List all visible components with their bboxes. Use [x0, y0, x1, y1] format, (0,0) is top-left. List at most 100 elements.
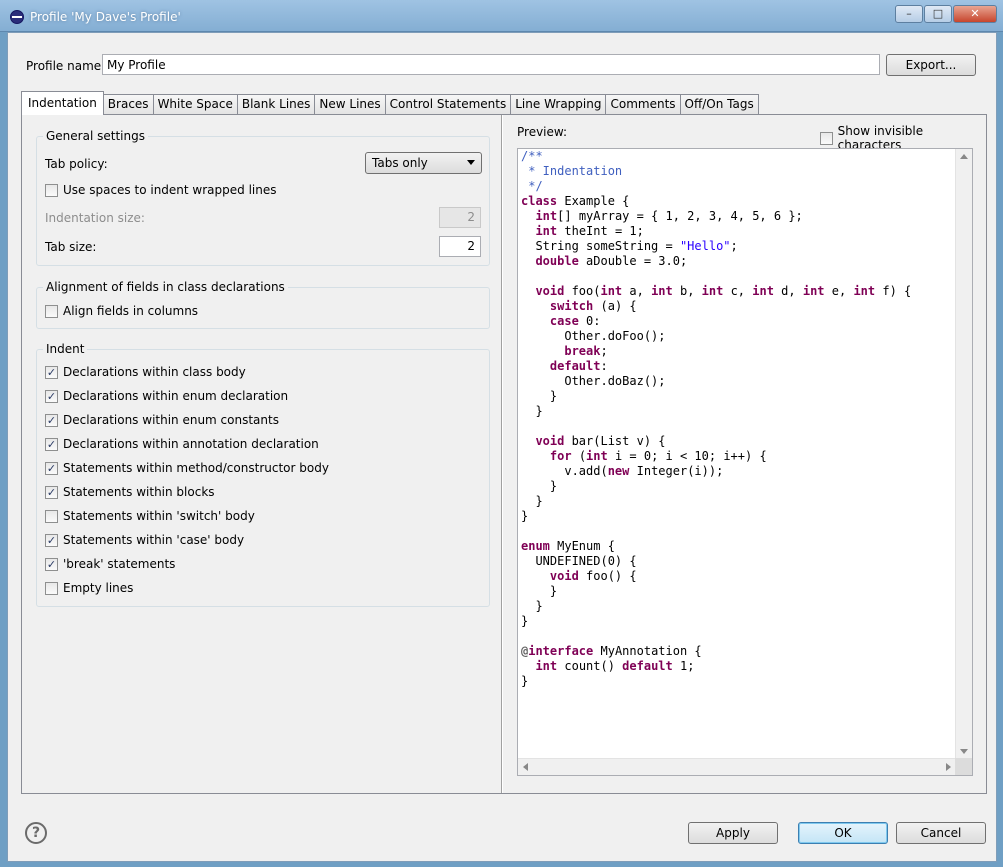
code-line: }	[521, 389, 558, 403]
indent-option-checkbox[interactable]	[45, 509, 58, 523]
indent-option-checkbox[interactable]	[45, 581, 58, 595]
use-spaces-label: Use spaces to indent wrapped lines	[63, 183, 277, 197]
code-line: }	[521, 494, 543, 508]
tab-white-space[interactable]: White Space	[152, 94, 238, 115]
indent-option-row[interactable]: ✓ Statements within 'case' body	[45, 533, 244, 547]
scroll-corner	[955, 758, 972, 775]
code-line: void foo() {	[549, 569, 637, 583]
code-line: }	[521, 584, 558, 598]
indent-option-label: Declarations within enum declaration	[63, 389, 289, 403]
indent-option-checkbox[interactable]: ✓	[45, 413, 58, 427]
code-line: Other.doFoo();	[521, 329, 666, 343]
tab-policy-value: Tabs only	[372, 156, 428, 170]
align-fields-row[interactable]: Align fields in columns	[45, 304, 198, 318]
indent-option-label: Declarations within annotation declarati…	[63, 437, 319, 451]
code-line: int theInt = 1;	[535, 224, 644, 238]
general-settings-title: General settings	[43, 129, 148, 143]
tab-size-label: Tab size:	[45, 240, 97, 254]
code-line: switch (a) {	[549, 299, 637, 313]
tab-bar: Indentation Braces White Space Blank Lin…	[21, 91, 759, 115]
code-line: double aDouble = 3.0;	[535, 254, 688, 268]
scroll-down-icon[interactable]	[960, 749, 968, 754]
indent-option-checkbox[interactable]: ✓	[45, 533, 58, 547]
code-line: class Example {	[521, 194, 630, 208]
indent-option-row[interactable]: ✓ Statements within blocks	[45, 485, 215, 499]
code-line: }	[521, 614, 529, 628]
show-invisible-checkbox[interactable]	[820, 131, 833, 145]
code-line: int count() default 1;	[535, 659, 695, 673]
tab-new-lines[interactable]: New Lines	[314, 94, 386, 115]
indent-option-checkbox[interactable]: ✓	[45, 437, 58, 451]
tab-policy-select[interactable]: Tabs only	[365, 152, 482, 174]
scroll-right-icon[interactable]	[946, 763, 951, 771]
indent-option-label: 'break' statements	[63, 557, 176, 571]
use-spaces-row[interactable]: Use spaces to indent wrapped lines	[45, 183, 277, 197]
alignment-title: Alignment of fields in class declaration…	[43, 280, 288, 294]
minimize-button[interactable]: –	[895, 5, 923, 23]
align-fields-checkbox[interactable]	[45, 304, 58, 318]
indent-option-row[interactable]: ✓ Declarations within enum constants	[45, 413, 279, 427]
tab-control-statements[interactable]: Control Statements	[384, 94, 512, 115]
tab-size-field[interactable]: 2	[439, 236, 481, 257]
indent-option-checkbox[interactable]: ✓	[45, 557, 58, 571]
code-line: }	[521, 599, 543, 613]
code-line: void foo(int a, int b, int c, int d, int…	[535, 284, 912, 298]
code-line: v.add(new Integer(i));	[521, 464, 724, 478]
alignment-group: Alignment of fields in class declaration…	[36, 280, 490, 329]
tab-braces[interactable]: Braces	[102, 94, 154, 115]
code-line: Other.doBaz();	[521, 374, 666, 388]
indent-option-checkbox[interactable]: ✓	[45, 461, 58, 475]
pane-splitter[interactable]	[501, 115, 503, 793]
indent-option-checkbox[interactable]: ✓	[45, 365, 58, 379]
code-preview[interactable]: /** * Indentation */class Example { int[…	[517, 148, 973, 776]
close-button[interactable]: ✕	[953, 5, 997, 23]
code-text: /** * Indentation */class Example { int[…	[521, 149, 911, 689]
tab-blank-lines[interactable]: Blank Lines	[236, 94, 316, 115]
indent-option-row[interactable]: Statements within 'switch' body	[45, 509, 255, 523]
scroll-up-icon[interactable]	[960, 154, 968, 159]
indent-option-checkbox[interactable]: ✓	[45, 389, 58, 403]
cancel-button[interactable]: Cancel	[896, 822, 986, 844]
indent-option-row[interactable]: ✓ Declarations within class body	[45, 365, 246, 379]
tab-comments[interactable]: Comments	[605, 94, 681, 115]
indent-option-label: Declarations within enum constants	[63, 413, 279, 427]
indentation-panel: General settings Tab policy: Tabs only U…	[21, 114, 987, 794]
indent-option-row[interactable]: ✓ 'break' statements	[45, 557, 175, 571]
indent-option-label: Declarations within class body	[63, 365, 246, 379]
indent-option-label: Statements within 'switch' body	[63, 509, 255, 523]
indent-option-label: Statements within blocks	[63, 485, 215, 499]
profile-name-input[interactable]	[102, 54, 880, 75]
horizontal-scrollbar[interactable]	[518, 758, 956, 775]
scroll-left-icon[interactable]	[523, 763, 528, 771]
indent-size-field: 2	[439, 207, 481, 228]
tab-indentation[interactable]: Indentation	[21, 91, 104, 115]
code-line: }	[521, 509, 529, 523]
ok-button[interactable]: OK	[798, 822, 888, 844]
code-line: String someString = "Hello";	[521, 239, 738, 253]
indent-option-row[interactable]: ✓ Declarations within annotation declara…	[45, 437, 319, 451]
indent-option-checkbox[interactable]: ✓	[45, 485, 58, 499]
dialog-body: Profile name: Export... Indentation Brac…	[7, 32, 997, 862]
tab-line-wrapping[interactable]: Line Wrapping	[510, 94, 607, 115]
code-line: }	[521, 479, 558, 493]
use-spaces-checkbox[interactable]	[45, 183, 58, 197]
vertical-scrollbar[interactable]	[955, 149, 972, 759]
export-button[interactable]: Export...	[886, 54, 976, 76]
code-line: default:	[549, 359, 608, 373]
code-line: for (int i = 0; i < 10; i++) {	[549, 449, 767, 463]
indent-title: Indent	[43, 342, 88, 356]
indent-option-label: Statements within method/constructor bod…	[63, 461, 329, 475]
maximize-button[interactable]: □	[924, 5, 952, 23]
indent-option-row[interactable]: ✓ Statements within method/constructor b…	[45, 461, 329, 475]
indent-option-row[interactable]: ✓ Declarations within enum declaration	[45, 389, 288, 403]
tab-off-on-tags[interactable]: Off/On Tags	[679, 94, 759, 115]
code-line: void bar(List v) {	[535, 434, 666, 448]
indent-option-row[interactable]: Empty lines	[45, 581, 133, 595]
code-line: }	[521, 404, 543, 418]
help-icon[interactable]: ?	[25, 822, 47, 844]
apply-button[interactable]: Apply	[688, 822, 778, 844]
align-fields-label: Align fields in columns	[63, 304, 199, 318]
